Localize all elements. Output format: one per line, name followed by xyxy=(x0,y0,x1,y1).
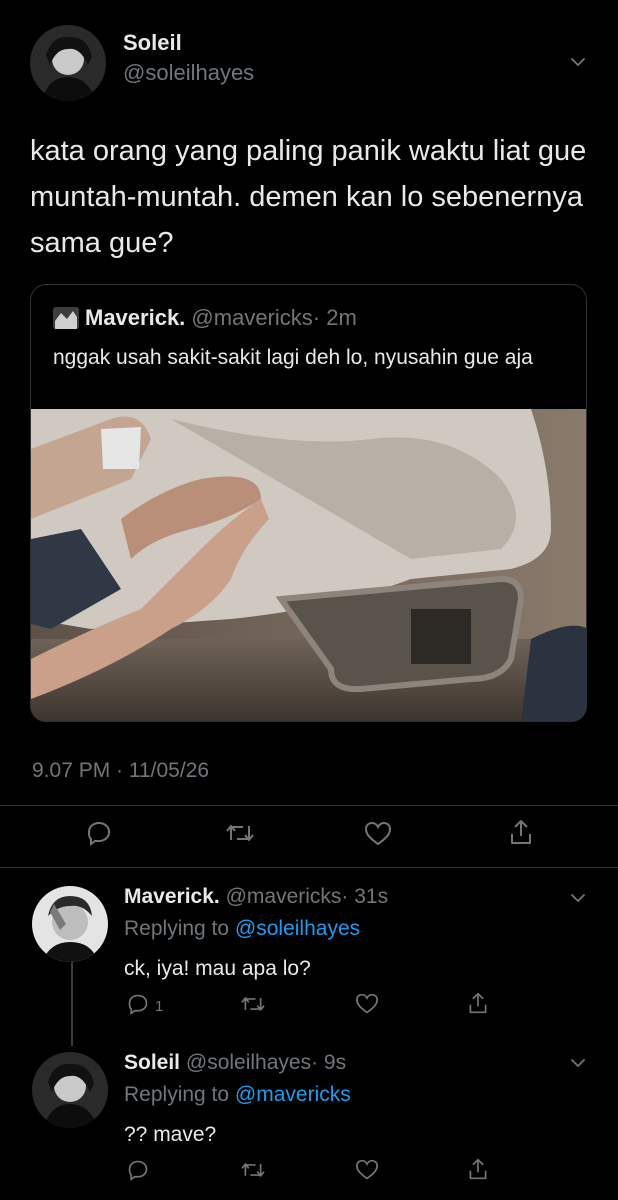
reply-icon[interactable] xyxy=(127,993,149,1015)
reply-2-replying-to: Replying to @mavericks xyxy=(124,1083,351,1107)
like-icon[interactable] xyxy=(355,1159,379,1181)
main-tweet-timestamp: 9.07 PM · 11/05/26 xyxy=(32,759,210,782)
reply-2-time: · 9s xyxy=(311,1051,347,1074)
reply-1-author-handle[interactable]: @mavericks xyxy=(226,885,342,908)
reply-icon[interactable] xyxy=(127,1159,149,1181)
reply-count: 1 xyxy=(155,998,164,1015)
reply-1-replying-to: Replying to @soleilhayes xyxy=(124,917,360,941)
reply-2-author-name[interactable]: Soleil xyxy=(124,1051,180,1074)
quoted-author-name: Maverick. xyxy=(85,305,186,330)
retweet-icon[interactable] xyxy=(240,1159,266,1181)
reply-icon[interactable] xyxy=(86,820,112,846)
share-icon[interactable] xyxy=(467,1157,489,1181)
quoted-time: · 2m xyxy=(312,305,357,330)
quoted-tweet-header: Maverick. @mavericks· 2m xyxy=(53,305,357,331)
share-icon[interactable] xyxy=(467,991,489,1015)
like-icon[interactable] xyxy=(364,821,392,847)
divider xyxy=(0,867,618,868)
share-icon[interactable] xyxy=(508,818,534,846)
quoted-tweet[interactable]: Maverick. @mavericks· 2m nggak usah saki… xyxy=(30,284,587,722)
chevron-down-icon[interactable] xyxy=(568,888,588,908)
thread-connector-line xyxy=(71,962,73,1046)
avatar-soleil[interactable] xyxy=(32,1052,108,1128)
divider xyxy=(0,805,618,806)
replying-to-mention[interactable]: @mavericks xyxy=(235,1083,351,1106)
reply-2-header: Soleil @soleilhayes· 9s xyxy=(124,1051,346,1075)
avatar-soleil[interactable] xyxy=(30,25,106,101)
reply-1-time: · 31s xyxy=(341,885,389,908)
quoted-avatar xyxy=(53,307,79,329)
reply-2-text: ?? mave? xyxy=(124,1123,217,1146)
reply-1-text: ck, iya! mau apa lo? xyxy=(124,957,311,980)
chevron-down-icon[interactable] xyxy=(568,52,588,72)
main-tweet-author-handle[interactable]: @soleilhayes xyxy=(123,60,254,86)
quoted-tweet-photo[interactable] xyxy=(31,409,586,721)
retweet-icon[interactable] xyxy=(225,820,255,846)
quoted-author-handle: @mavericks xyxy=(191,305,313,330)
main-tweet-text: kata orang yang paling panik waktu liat … xyxy=(30,135,587,259)
reply-1-author-name[interactable]: Maverick. xyxy=(124,885,220,908)
replying-to-label: Replying to xyxy=(124,917,230,940)
avatar-maverick[interactable] xyxy=(32,886,108,962)
replying-to-mention[interactable]: @soleilhayes xyxy=(235,917,360,940)
main-tweet-author-name[interactable]: Soleil xyxy=(123,30,182,56)
chevron-down-icon[interactable] xyxy=(568,1053,588,1073)
reply-1-header: Maverick. @mavericks· 31s xyxy=(124,885,388,909)
like-icon[interactable] xyxy=(355,993,379,1015)
replying-to-label: Replying to xyxy=(124,1083,230,1106)
retweet-icon[interactable] xyxy=(240,993,266,1015)
reply-2-author-handle[interactable]: @soleilhayes xyxy=(186,1051,311,1074)
quoted-tweet-text: nggak usah sakit-sakit lagi deh lo, nyus… xyxy=(53,346,533,369)
